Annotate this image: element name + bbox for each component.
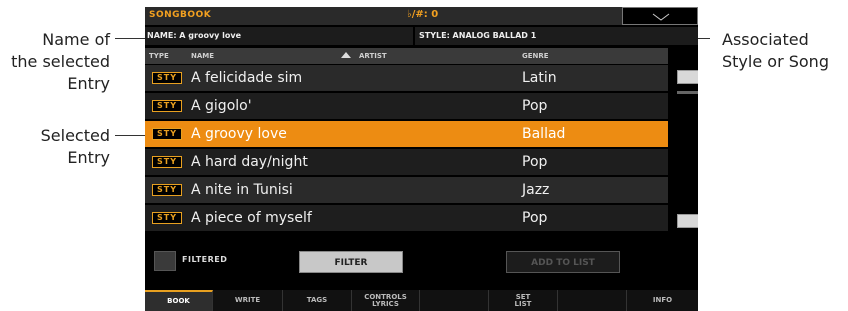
- scroll-thumb[interactable]: [677, 91, 698, 94]
- callout-line: the selected: [11, 52, 110, 71]
- col-genre[interactable]: GENRE: [522, 48, 549, 64]
- entry-name: A felicidade sim: [191, 70, 303, 86]
- style-type-badge: STY: [152, 100, 182, 112]
- entry-genre: Jazz: [522, 182, 550, 198]
- entry-name-label: NAME: A groovy love: [147, 31, 242, 40]
- entry-genre: Pop: [522, 98, 548, 114]
- list-item[interactable]: STY A nite in Tunisi Jazz: [145, 177, 668, 203]
- tab-bar: BOOK WRITE TAGS CONTROLS LYRICS SET LIST…: [145, 290, 698, 311]
- style-type-badge: STY: [152, 184, 182, 196]
- selected-entry-name: NAME: A groovy love: [145, 27, 413, 45]
- filtered-checkbox[interactable]: [154, 251, 176, 271]
- filter-button[interactable]: FILTER: [299, 251, 403, 273]
- scroll-down-button[interactable]: [677, 214, 698, 228]
- add-to-list-button[interactable]: ADD TO LIST: [506, 251, 620, 273]
- list-item[interactable]: STY A felicidade sim Latin: [145, 65, 668, 91]
- callout-line: Entry: [67, 148, 110, 167]
- list-item[interactable]: STY A gigolo' Pop: [145, 93, 668, 119]
- tab-book[interactable]: BOOK: [145, 290, 213, 311]
- entry-name: A nite in Tunisi: [191, 182, 293, 198]
- entry-name: A groovy love: [191, 126, 287, 142]
- songbook-screen: SONGBOOK ♭/#: 0 NAME: A groovy love STYL…: [145, 7, 698, 311]
- style-type-badge: STY: [152, 156, 182, 168]
- entry-genre: Latin: [522, 70, 557, 86]
- entry-genre: Ballad: [522, 126, 566, 142]
- style-type-badge: STY: [152, 128, 182, 140]
- page-menu-button[interactable]: [622, 7, 698, 25]
- transpose-readout[interactable]: ♭/#: 0: [407, 9, 438, 20]
- list-item[interactable]: STY A piece of myself Pop: [145, 205, 668, 231]
- callout-line: Style or Song: [722, 52, 829, 71]
- callout-line: Name of: [42, 30, 110, 49]
- entry-genre: Pop: [522, 154, 548, 170]
- callout-associated-style: Associated Style or Song: [722, 29, 848, 73]
- page-title: SONGBOOK: [149, 10, 212, 20]
- header-bar: SONGBOOK ♭/#: 0: [145, 7, 698, 25]
- callout-line: Associated: [722, 30, 809, 49]
- tab-empty-1[interactable]: [420, 290, 489, 311]
- entry-genre: Pop: [522, 210, 548, 226]
- callout-line: Entry: [67, 74, 110, 93]
- scroll-up-button[interactable]: [677, 70, 698, 84]
- col-type[interactable]: TYPE: [149, 48, 169, 64]
- entry-name: A piece of myself: [191, 210, 312, 226]
- column-header: TYPE NAME ARTIST GENRE: [145, 48, 668, 64]
- list-item[interactable]: STY A hard day/night Pop: [145, 149, 668, 175]
- tab-write[interactable]: WRITE: [213, 290, 283, 311]
- tab-empty-2[interactable]: [558, 290, 627, 311]
- entry-name: A hard day/night: [191, 154, 308, 170]
- callout-selected-entry: Selected Entry: [0, 125, 110, 169]
- tab-info[interactable]: INFO: [627, 290, 698, 311]
- tab-set-list[interactable]: SET LIST: [489, 290, 558, 311]
- callout-line: Selected: [40, 126, 110, 145]
- callout-name-of-selected-entry: Name of the selected Entry: [0, 29, 110, 95]
- associated-style: STYLE: ANALOG BALLAD 1: [415, 27, 698, 45]
- col-name[interactable]: NAME: [191, 48, 214, 64]
- entry-name: A gigolo': [191, 98, 252, 114]
- filtered-label: FILTERED: [182, 255, 228, 264]
- list-item-selected[interactable]: STY A groovy love Ballad: [145, 121, 668, 147]
- chevron-down-icon: [652, 13, 670, 21]
- tab-controls-lyrics[interactable]: CONTROLS LYRICS: [352, 290, 420, 311]
- scrollbar[interactable]: [668, 64, 698, 232]
- style-type-badge: STY: [152, 212, 182, 224]
- sort-up-icon: [341, 52, 351, 58]
- col-artist[interactable]: ARTIST: [359, 48, 387, 64]
- style-name-label: STYLE: ANALOG BALLAD 1: [419, 31, 537, 40]
- tab-tags[interactable]: TAGS: [283, 290, 352, 311]
- style-type-badge: STY: [152, 72, 182, 84]
